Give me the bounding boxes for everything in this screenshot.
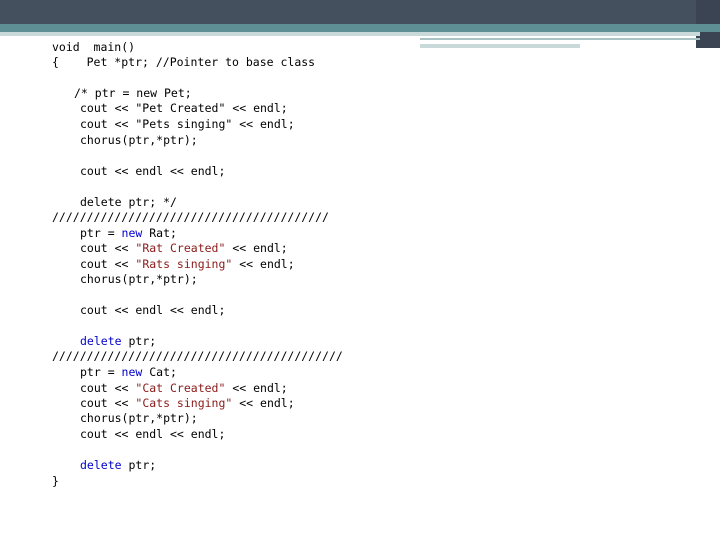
code-line-endl-rat: cout << endl << endl; bbox=[80, 303, 226, 317]
string-literal: "Cat Created" bbox=[135, 381, 226, 395]
code-text: cout << bbox=[80, 381, 136, 395]
code-text: ptr = bbox=[80, 365, 122, 379]
code-line-pets-singing: cout << "Pets singing" << endl; bbox=[80, 117, 295, 131]
code-text: << endl; bbox=[225, 381, 288, 395]
code-text: Cat; bbox=[142, 365, 177, 379]
code-line-main: void main() bbox=[52, 40, 136, 54]
code-text: << endl; bbox=[232, 396, 295, 410]
code-text: Rat; bbox=[142, 226, 177, 240]
string-literal: "Cats singing" bbox=[135, 396, 233, 410]
code-line-pet-decl: { Pet *ptr; //Pointer to base class bbox=[52, 55, 316, 69]
code-line-delete-cat: delete ptr; bbox=[80, 458, 156, 472]
code-line-closing-brace: } bbox=[52, 474, 59, 488]
code-line-new-rat: ptr = new Rat; bbox=[80, 226, 177, 240]
code-line-separator-2: ////////////////////////////////////////… bbox=[52, 349, 343, 363]
code-listing: void main() { Pet *ptr; //Pointer to bas… bbox=[0, 0, 720, 540]
string-literal: "Rats singing" bbox=[135, 257, 233, 271]
code-line-chorus-pet: chorus(ptr,*ptr); bbox=[80, 133, 198, 147]
code-text: ptr; bbox=[121, 458, 157, 472]
code-text: cout << bbox=[80, 396, 136, 410]
code-line-comment-end: delete ptr; */ bbox=[80, 195, 177, 209]
code-line-new-cat: ptr = new Cat; bbox=[80, 365, 177, 379]
code-line-cats-singing: cout << "Cats singing" << endl; bbox=[80, 396, 295, 410]
code-text: cout << bbox=[80, 241, 136, 255]
code-line-pet-created: cout << "Pet Created" << endl; bbox=[80, 101, 288, 115]
code-text: cout << bbox=[80, 257, 136, 271]
code-line-chorus-cat: chorus(ptr,*ptr); bbox=[80, 411, 198, 425]
code-line-endl-cat: cout << endl << endl; bbox=[80, 427, 226, 441]
code-line-delete-rat: delete ptr; bbox=[80, 334, 156, 348]
code-line-cat-created: cout << "Cat Created" << endl; bbox=[80, 381, 288, 395]
code-line-comment-start: /* ptr = new Pet; bbox=[74, 86, 192, 100]
keyword-delete: delete bbox=[80, 334, 122, 348]
keyword-new: new bbox=[121, 365, 143, 379]
code-text: << endl; bbox=[232, 257, 295, 271]
string-literal: "Rat Created" bbox=[135, 241, 226, 255]
code-line-chorus-rat: chorus(ptr,*ptr); bbox=[80, 272, 198, 286]
code-text: ptr = bbox=[80, 226, 122, 240]
code-text: ptr; bbox=[121, 334, 157, 348]
code-line-rat-created: cout << "Rat Created" << endl; bbox=[80, 241, 288, 255]
keyword-delete: delete bbox=[80, 458, 122, 472]
code-line-rats-singing: cout << "Rats singing" << endl; bbox=[80, 257, 295, 271]
code-line-separator-1: //////////////////////////////////////// bbox=[52, 210, 329, 224]
keyword-new: new bbox=[121, 226, 143, 240]
code-line-endl-pet: cout << endl << endl; bbox=[80, 164, 226, 178]
code-text: << endl; bbox=[225, 241, 288, 255]
